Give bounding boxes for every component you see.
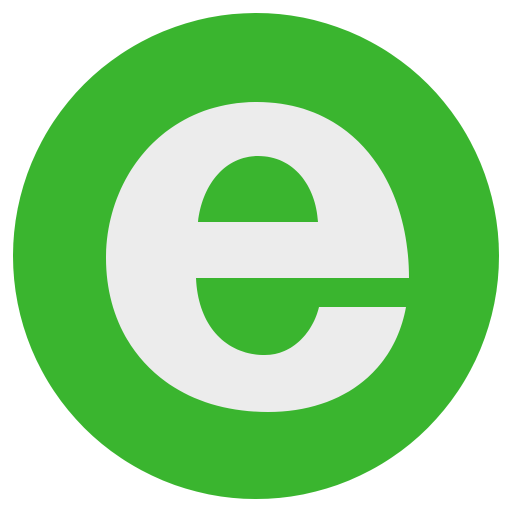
letter-e-glyph — [106, 102, 409, 412]
app-icon — [0, 0, 512, 512]
e-letter-logo-icon — [13, 13, 499, 499]
